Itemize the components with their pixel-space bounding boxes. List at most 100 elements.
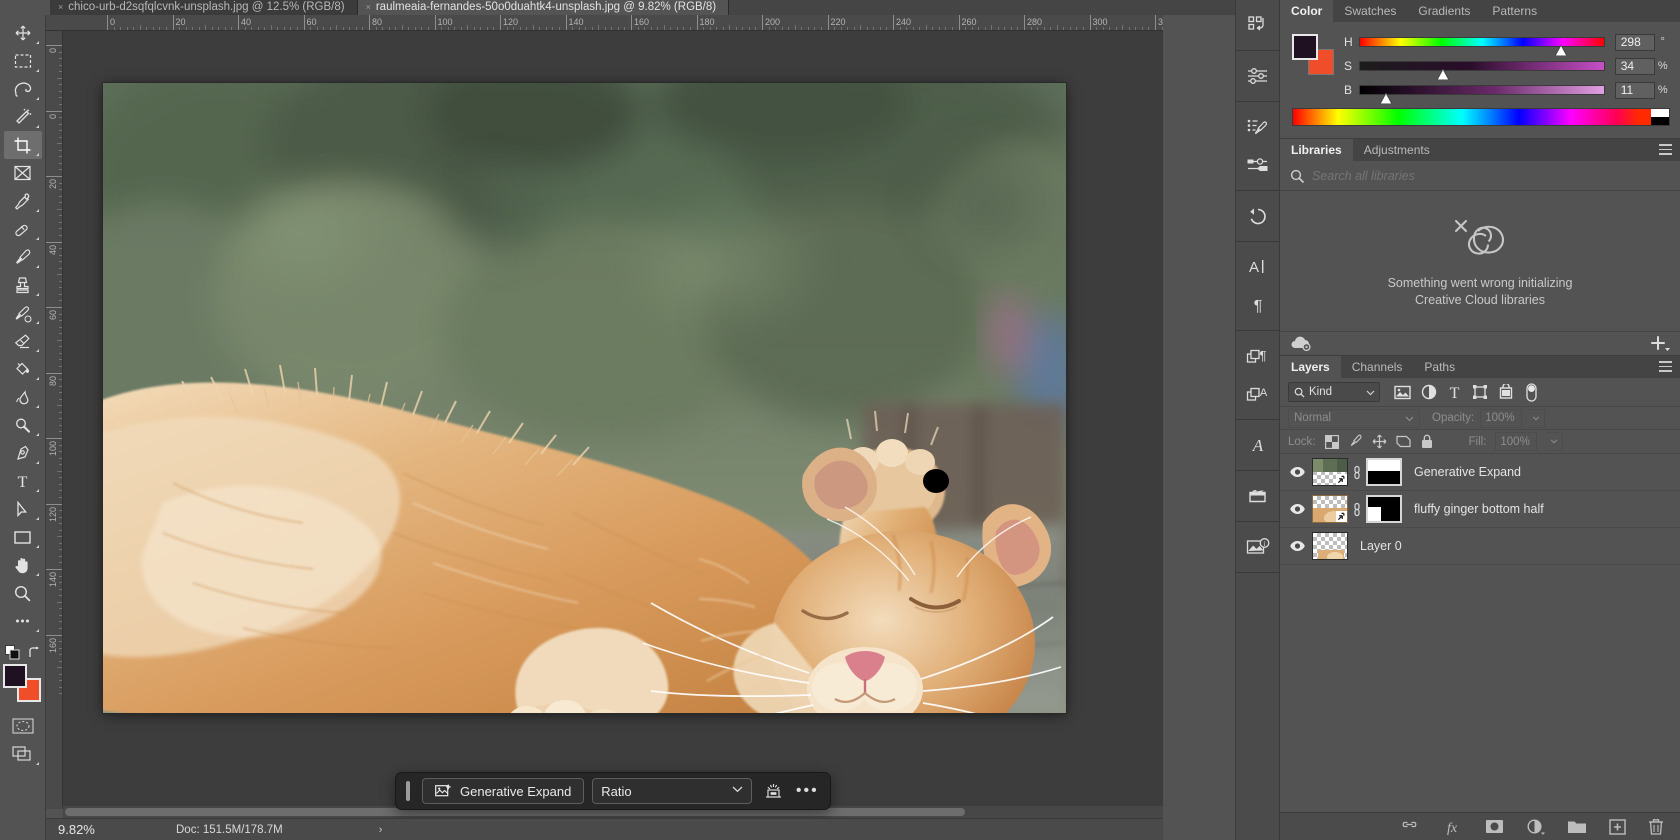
horizontal-ruler[interactable]: 0204060801001201401601802002202402602803… (46, 15, 1163, 31)
tab-paths[interactable]: Paths (1413, 356, 1466, 378)
more-options-icon[interactable]: ••• (794, 778, 820, 804)
lock-transparent-pixels-icon[interactable] (1325, 435, 1339, 449)
opacity-value-field[interactable]: 100% (1480, 409, 1522, 428)
link-mask-icon[interactable] (1352, 465, 1362, 480)
color-spectrum-ramp[interactable] (1292, 108, 1670, 126)
search-input[interactable] (1312, 169, 1475, 183)
tab-patterns[interactable]: Patterns (1481, 0, 1548, 22)
link-mask-icon[interactable] (1352, 502, 1362, 517)
white-chip[interactable] (1651, 109, 1669, 117)
tab-color[interactable]: Color (1280, 0, 1333, 22)
crop-tool[interactable] (4, 131, 42, 159)
table-row[interactable]: Generative Expand (1280, 454, 1680, 491)
quick-mask-mode-icon[interactable] (4, 712, 42, 740)
tab-adjustments[interactable]: Adjustments (1353, 139, 1441, 161)
lock-image-pixels-icon[interactable] (1348, 434, 1363, 449)
paragraph-styles-icon[interactable]: A (1239, 375, 1277, 413)
dodge-tool[interactable] (4, 411, 42, 439)
tab-channels[interactable]: Channels (1341, 356, 1414, 378)
patterns-icon[interactable] (1239, 477, 1277, 515)
comments-icon[interactable]: i (1239, 528, 1277, 566)
adjustments-icon[interactable] (1239, 57, 1277, 95)
delete-layer-icon[interactable] (1648, 818, 1664, 835)
rectangular-marquee-tool[interactable] (4, 47, 42, 75)
character-icon[interactable]: A (1239, 248, 1277, 286)
paragraph-icon[interactable]: ¶ (1239, 286, 1277, 324)
more-tools[interactable] (4, 607, 42, 635)
healing-brush-tool[interactable] (4, 215, 42, 243)
document-tab-2[interactable]: × raulmeaia-fernandes-50o0duahtk4-unspla… (358, 0, 730, 15)
panel-menu-icon[interactable] (1659, 361, 1672, 375)
new-adjustment-layer-icon[interactable] (1526, 819, 1545, 835)
document-tab-1[interactable]: × chico-urb-d2sqfqlcvnk-unsplash.jpg @ 1… (50, 0, 358, 15)
type-tool[interactable]: T (4, 467, 42, 495)
brush-settings-icon[interactable] (1239, 108, 1277, 146)
tab-gradients[interactable]: Gradients (1407, 0, 1481, 22)
panel-menu-icon[interactable] (1659, 144, 1672, 158)
eraser-tool[interactable] (4, 327, 42, 355)
lock-all-icon[interactable] (1420, 434, 1434, 449)
black-chip[interactable] (1651, 117, 1669, 125)
add-icon[interactable] (1650, 335, 1670, 353)
zoom-level-field[interactable]: 9.82% (46, 822, 128, 837)
cloud-offline-icon[interactable] (1290, 336, 1312, 351)
lasso-tool[interactable] (4, 75, 42, 103)
close-icon[interactable]: × (58, 2, 63, 13)
brush-presets-icon[interactable] (1239, 146, 1277, 184)
brightness-slider-track[interactable] (1359, 85, 1605, 95)
layer-mask-thumbnail[interactable] (1366, 458, 1402, 486)
blur-tool[interactable] (4, 383, 42, 411)
hand-tool[interactable] (4, 551, 42, 579)
opacity-stepper-chevron[interactable] (1528, 409, 1545, 428)
layer-thumbnail[interactable] (1312, 532, 1348, 560)
swap-colors-icon[interactable] (28, 646, 41, 659)
generative-expand-button[interactable]: Generative Expand (422, 778, 584, 804)
hue-value-field[interactable]: 298 (1615, 34, 1656, 51)
library-search-row[interactable] (1280, 161, 1680, 191)
tab-libraries[interactable]: Libraries (1280, 139, 1353, 161)
layer-mask-thumbnail[interactable] (1366, 495, 1402, 523)
artboard[interactable] (103, 83, 1066, 713)
brightness-slider-thumb[interactable] (1380, 93, 1392, 104)
character-styles-icon[interactable]: ¶ (1239, 337, 1277, 375)
close-icon[interactable]: × (366, 2, 371, 13)
paint-bucket-tool[interactable] (4, 355, 42, 383)
drag-handle[interactable] (406, 781, 410, 801)
shape-layer-filter-icon[interactable] (1472, 384, 1488, 400)
move-tool[interactable] (4, 19, 42, 47)
path-selection-tool[interactable] (4, 495, 42, 523)
saturation-slider-thumb[interactable] (1437, 69, 1449, 80)
fill-value-field[interactable]: 100% (1495, 432, 1537, 451)
brightness-value-field[interactable]: 11 (1615, 82, 1656, 99)
glyphs-icon[interactable]: A (1239, 426, 1277, 464)
actions-icon[interactable] (1239, 6, 1277, 44)
link-layers-icon[interactable] (1400, 821, 1419, 832)
eyedropper-tool[interactable] (4, 187, 42, 215)
tab-layers[interactable]: Layers (1280, 356, 1341, 378)
history-icon[interactable] (1239, 197, 1277, 235)
fill-stepper-chevron[interactable] (1546, 432, 1563, 451)
color-panel-swatches[interactable] (1292, 34, 1336, 74)
add-layer-mask-icon[interactable] (1485, 819, 1504, 834)
contextual-taskbar[interactable]: Generative Expand Ratio ••• (395, 772, 831, 810)
new-group-icon[interactable] (1567, 819, 1587, 834)
foreground-color-swatch[interactable] (1292, 34, 1318, 60)
pen-tool[interactable] (4, 439, 42, 467)
ratio-select[interactable]: Ratio (592, 778, 752, 804)
frame-tool[interactable] (4, 159, 42, 187)
layer-visibility-toggle[interactable] (1286, 540, 1308, 552)
foreground-background-colors[interactable] (3, 664, 43, 704)
layer-visibility-toggle[interactable] (1286, 466, 1308, 478)
blend-mode-select[interactable]: Normal (1288, 409, 1420, 428)
smart-object-filter-icon[interactable] (1498, 384, 1514, 400)
table-row[interactable]: fluffy ginger bottom half (1280, 491, 1680, 528)
foreground-color-swatch[interactable] (3, 664, 27, 688)
clone-stamp-tool[interactable] (4, 271, 42, 299)
status-expand-arrow[interactable]: › (283, 824, 383, 836)
layer-visibility-toggle[interactable] (1286, 503, 1308, 515)
screen-mode-icon[interactable] (4, 740, 42, 768)
hue-slider-thumb[interactable] (1555, 45, 1567, 56)
history-brush-tool[interactable] (4, 299, 42, 327)
saturation-value-field[interactable]: 34 (1615, 58, 1656, 75)
pixel-layer-filter-icon[interactable] (1394, 385, 1411, 400)
